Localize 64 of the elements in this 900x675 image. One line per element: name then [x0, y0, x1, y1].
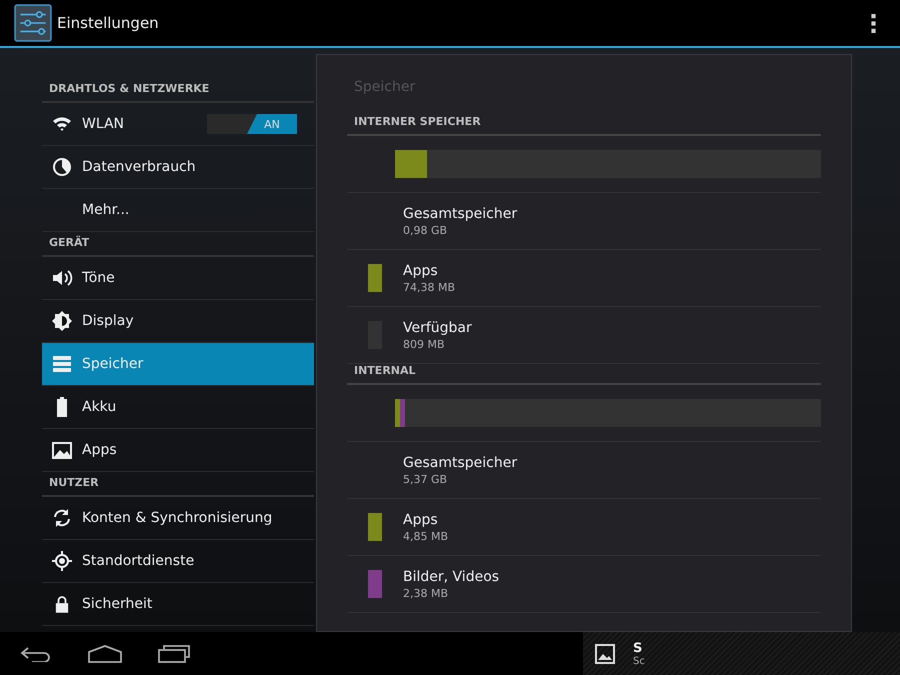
brightness-icon	[52, 311, 72, 331]
recent-apps-icon[interactable]	[158, 644, 190, 662]
settings-item[interactable]: WLAN AN	[42, 103, 314, 146]
settings-sliders-icon[interactable]	[14, 4, 52, 42]
settings-item[interactable]: Apps	[42, 429, 314, 472]
settings-item[interactable]: Akku	[42, 386, 314, 429]
item-label: Apps	[82, 442, 118, 458]
notification-title: S	[633, 640, 644, 656]
item-label: Töne	[82, 270, 116, 286]
sync-icon	[52, 508, 72, 528]
item-label: Standortdienste	[82, 553, 196, 569]
item-label: Akku	[82, 399, 118, 415]
storage-label: Gesamtspeicher	[403, 454, 518, 470]
item-label: Konten & Synchronisierung	[82, 510, 274, 526]
storage-value: 4,85 MB	[403, 530, 448, 542]
item-label: Mehr...	[82, 202, 130, 218]
storage-value: 5,37 GB	[403, 472, 448, 486]
settings-item[interactable]: Sicherheit	[42, 583, 314, 626]
battery-icon	[56, 397, 68, 417]
storage-label: Apps	[403, 262, 439, 278]
location-target-icon	[52, 551, 72, 571]
wifi-icon	[52, 116, 72, 132]
settings-item[interactable]: Konten & Synchronisierung	[42, 497, 314, 540]
section-header: INTERNER SPEICHER	[347, 115, 821, 136]
storage-row[interactable]: Gesamtspeicher 0,98 GB	[347, 193, 821, 250]
settings-item[interactable]: Töne	[42, 257, 314, 300]
picture-icon	[595, 644, 615, 664]
storage-label: Gesamtspeicher	[403, 206, 518, 222]
overflow-menu-icon[interactable]	[871, 14, 876, 32]
picture-frame-icon	[52, 440, 72, 460]
storage-value: 809 MB	[403, 338, 446, 350]
notification-text: Sc	[633, 656, 645, 666]
settings-item[interactable]: Datenverbrauch	[42, 146, 314, 189]
pie-chart-icon	[52, 157, 72, 177]
storage-value: 74,38 MB	[403, 280, 456, 294]
settings-item[interactable]: Standortdienste	[42, 540, 314, 583]
storage-icon	[52, 355, 72, 373]
storage-label: Apps	[403, 512, 439, 528]
storage-row[interactable]: Gesamtspeicher 5,37 GB	[347, 442, 821, 499]
settings-item[interactable]: Mehr...	[42, 189, 314, 232]
notification[interactable]: S Sc	[583, 632, 900, 675]
section-header: GERÄT	[42, 232, 314, 257]
storage-row[interactable]: Apps 4,85 MB	[347, 499, 821, 556]
storage-label: Verfügbar	[403, 320, 472, 336]
back-icon[interactable]	[20, 646, 52, 662]
settings-item[interactable]: Speicher	[42, 343, 314, 386]
storage-row[interactable]: Verfügbar 809 MB	[347, 307, 821, 364]
app-title: Einstellungen	[57, 14, 160, 32]
item-label: WLAN	[82, 116, 126, 132]
storage-label: Bilder, Videos	[403, 568, 500, 584]
item-label: Display	[82, 313, 135, 329]
storage-row[interactable]: Bilder, Videos 2,38 MB	[347, 556, 821, 613]
speaker-icon	[51, 268, 73, 288]
section-header: NUTZER	[42, 472, 314, 497]
storage-value: 2,38 MB	[403, 586, 450, 600]
section-header: DRAHTLOS & NETZWERKE	[42, 78, 314, 103]
storage-row[interactable]: Apps 74,38 MB	[347, 250, 821, 307]
home-icon[interactable]	[88, 644, 122, 662]
item-label: Datenverbrauch	[82, 159, 197, 175]
item-label: Speicher	[82, 356, 144, 372]
section-header: INTERNAL	[347, 364, 821, 385]
item-label: Sicherheit	[82, 596, 154, 612]
storage-value: 0,98 GB	[403, 224, 448, 236]
lock-icon	[55, 595, 69, 613]
